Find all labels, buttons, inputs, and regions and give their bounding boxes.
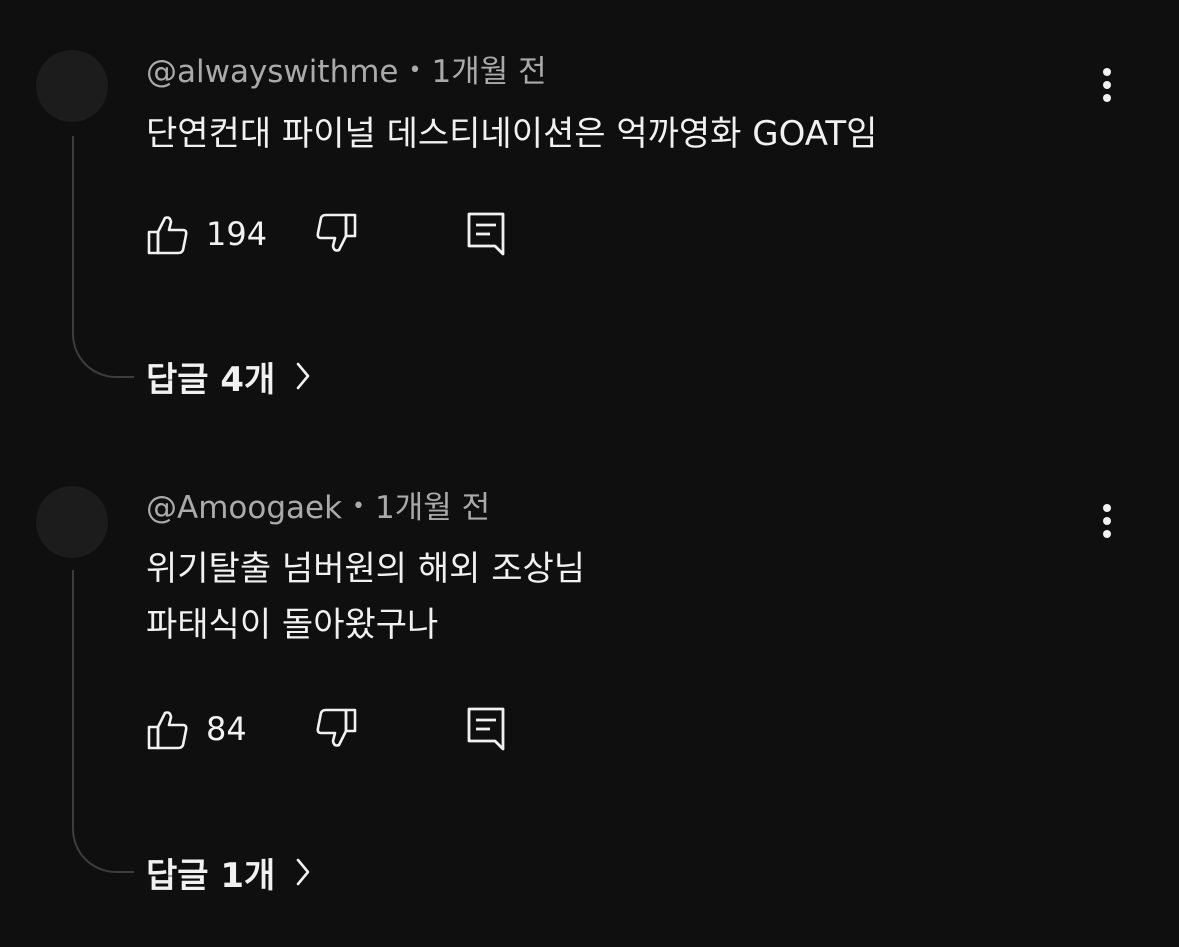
view-replies-button[interactable]: 답글 1개 [146,848,311,896]
more-options-button[interactable] [1086,500,1128,542]
thread-line [72,136,134,378]
like-count: 84 [206,710,247,748]
comment-actions: 84 [146,705,546,753]
comment-text-line: 위기탈출 넘버원의 해외 조상님 [146,549,586,589]
replies-label: 답글 4개 [146,359,276,400]
reply-button[interactable] [466,210,506,258]
thumbs-down-icon [316,708,357,747]
comment-text-line: 단연컨대 파이널 데스티네이션은 억까영화 GOAT임 [146,114,878,154]
thumbs-down-icon [316,213,357,252]
comment-text: 위기탈출 넘버원의 해외 조상님 파태식이 돌아왔구나 [146,541,585,653]
more-vertical-icon [1103,68,1111,102]
comment-meta: @alwayswithme • 1개월 전 [146,52,547,94]
thumbs-up-icon [147,216,188,255]
comment-author[interactable]: @alwayswithme [146,54,399,90]
replies-label: 답글 1개 [146,855,276,896]
comment-text: 단연컨대 파이널 데스티네이션은 억까영화 GOAT임 [146,106,877,162]
more-vertical-icon [1103,504,1111,538]
like-button[interactable]: 194 [146,210,267,258]
avatar[interactable] [36,486,108,558]
comment-time: 1개월 전 [431,54,547,90]
thumbs-up-icon [147,711,188,750]
avatar[interactable] [36,50,108,122]
comment-time: 1개월 전 [375,490,491,526]
comment-reply-icon [467,707,505,751]
like-button[interactable]: 84 [146,705,247,753]
like-count: 194 [206,215,268,253]
comment-reply-icon [467,212,505,256]
thread-line [72,570,134,873]
comment-text-line: 파태식이 돌아왔구나 [146,605,439,645]
reply-button[interactable] [466,705,506,753]
comment-actions: 194 [146,210,546,258]
more-options-button[interactable] [1086,64,1128,106]
comment-meta: @Amoogaek • 1개월 전 [146,488,490,530]
separator-dot: • [352,493,366,519]
comment-author[interactable]: @Amoogaek [146,490,342,526]
view-replies-button[interactable]: 답글 4개 [146,352,311,400]
dislike-button[interactable] [314,210,358,258]
chevron-right-icon [295,857,311,887]
dislike-button[interactable] [314,705,358,753]
chevron-right-icon [295,361,311,391]
separator-dot: • [408,57,422,83]
